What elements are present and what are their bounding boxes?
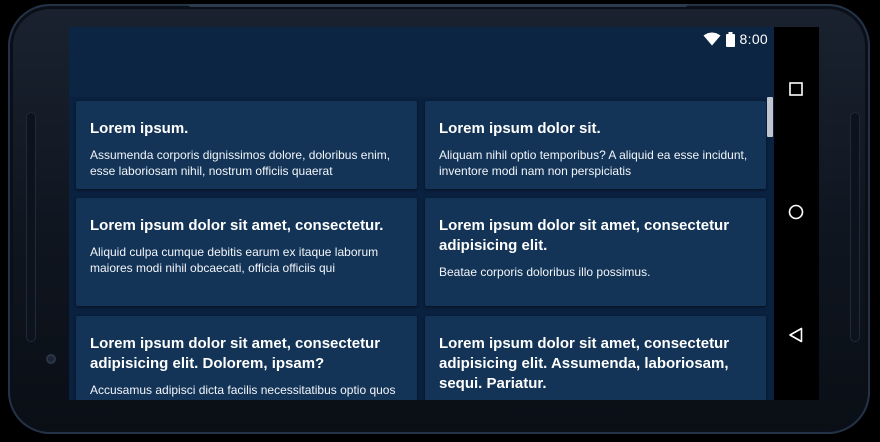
status-icons: 8:00 (703, 30, 768, 48)
card-item[interactable]: Lorem ipsum dolor sit amet, consectetur … (425, 316, 766, 400)
app-toolbar (69, 51, 774, 97)
battery-icon (725, 31, 735, 47)
left-speaker-grill (26, 112, 36, 342)
card-item[interactable]: Lorem ipsum dolor sit. Aliquam nihil opt… (425, 101, 766, 189)
device-top-rim (188, 4, 688, 7)
card-body: Aliquam nihil optio temporibus? A aliqui… (439, 148, 748, 178)
system-nav-bar (774, 27, 819, 400)
card-title: Lorem ipsum dolor sit amet, consectetur … (439, 217, 730, 254)
card-item[interactable]: Lorem ipsum dolor sit amet, consectetur … (76, 316, 417, 400)
card-body: Accusamus adipisci dicta facilis necessi… (90, 383, 396, 400)
status-bar: 8:00 (69, 27, 774, 51)
recents-square-icon (789, 81, 803, 101)
home-button[interactable] (786, 204, 806, 224)
status-time: 8:00 (739, 31, 768, 47)
card-title: Lorem ipsum dolor sit amet, consectetur … (439, 335, 730, 392)
card-body: Assumenda corporis dignissimos dolore, d… (90, 148, 391, 178)
card-title: Lorem ipsum dolor sit. (439, 120, 601, 137)
card-body: Beatae corporis doloribus illo possimus. (439, 265, 651, 279)
right-speaker-grill (850, 112, 860, 342)
card-item[interactable]: Lorem ipsum dolor sit amet, consectetur.… (76, 198, 417, 306)
recents-button[interactable] (786, 81, 806, 101)
card-item[interactable]: Lorem ipsum dolor sit amet, consectetur … (425, 198, 766, 306)
back-button[interactable] (786, 327, 806, 347)
card-body: Aliquid culpa cumque debitis earum ex it… (90, 245, 379, 275)
card-title: Lorem ipsum. (90, 120, 189, 137)
home-circle-icon (788, 204, 804, 225)
card-grid[interactable]: Lorem ipsum. Assumenda corporis dignissi… (69, 97, 774, 400)
front-camera (46, 354, 56, 364)
app-screen: 8:00 Lorem ipsum. Assumenda corporis dig… (69, 27, 774, 400)
back-triangle-icon (788, 327, 804, 348)
wifi-icon (703, 32, 721, 46)
card-title: Lorem ipsum dolor sit amet, consectetur … (90, 335, 381, 372)
card-title: Lorem ipsum dolor sit amet, consectetur. (90, 217, 384, 234)
card-item[interactable]: Lorem ipsum. Assumenda corporis dignissi… (76, 101, 417, 189)
scrollbar-thumb[interactable] (767, 97, 773, 137)
